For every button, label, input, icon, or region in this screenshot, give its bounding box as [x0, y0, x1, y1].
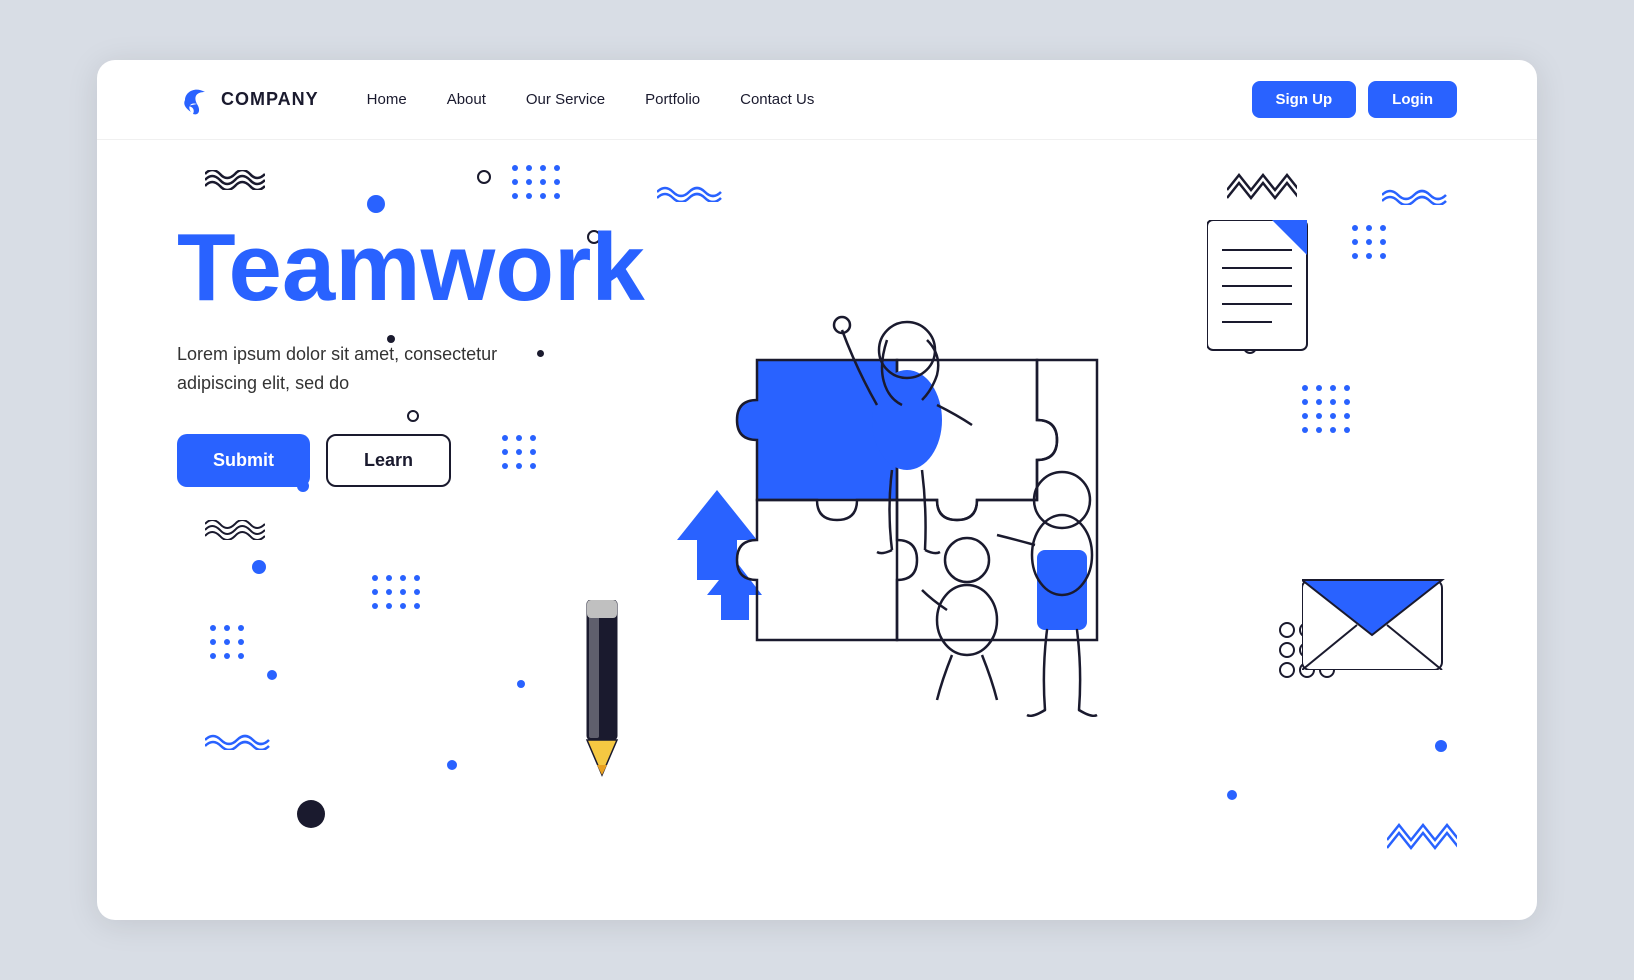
hero-description: Lorem ipsum dolor sit amet, consectetur … [177, 340, 607, 398]
deco-arrow-up-2 [707, 560, 762, 620]
hero-content: Teamwork Lorem ipsum dolor sit amet, con… [177, 220, 645, 487]
login-button[interactable]: Login [1368, 81, 1457, 118]
deco-dot-blue-right [1435, 740, 1447, 752]
deco-zigzag-2 [1387, 820, 1457, 850]
deco-wave-2 [657, 182, 727, 202]
deco-zigzag-1 [1227, 170, 1297, 200]
nav-links: Home About Our Service Portfolio Contact… [367, 91, 1252, 108]
deco-wave-right [1382, 185, 1447, 205]
nav-about[interactable]: About [447, 91, 486, 108]
logo-text: COMPANY [221, 89, 319, 110]
hero-buttons: Submit Learn [177, 434, 645, 487]
signup-button[interactable]: Sign Up [1252, 81, 1357, 118]
puzzle-illustration [677, 260, 1177, 820]
deco-circle-blue-1 [367, 195, 385, 213]
deco-circle-black-big [297, 800, 325, 828]
deco-dots-right-2 [1297, 380, 1357, 440]
nav-contact[interactable]: Contact Us [740, 91, 814, 108]
deco-circle-right-1 [1243, 340, 1257, 354]
nav-actions: Sign Up Login [1252, 81, 1458, 118]
deco-dot-blue-5 [447, 760, 457, 770]
deco-dots-3 [367, 570, 427, 630]
deco-dots-right-1 [1347, 220, 1397, 270]
deco-dot-blue-4 [267, 670, 277, 680]
deco-pencil [567, 600, 637, 780]
logo: COMPANY [177, 82, 319, 118]
hero-title: Teamwork [177, 220, 645, 316]
deco-wave-1 [205, 170, 265, 190]
deco-dots-1 [507, 160, 567, 210]
learn-button[interactable]: Learn [326, 434, 451, 487]
nav-home[interactable]: Home [367, 91, 407, 108]
deco-circle-outline-1 [477, 170, 491, 184]
page-card: COMPANY Home About Our Service Portfolio… [97, 60, 1537, 920]
deco-dot-blue-right-2 [1227, 790, 1237, 800]
deco-rings [1277, 620, 1347, 690]
deco-wave-3 [205, 730, 275, 750]
nav-portfolio[interactable]: Portfolio [645, 91, 700, 108]
deco-wave-4 [205, 520, 265, 540]
logo-icon [177, 82, 213, 118]
deco-arrow-up [677, 490, 757, 580]
deco-dots-4 [205, 620, 260, 675]
navbar: COMPANY Home About Our Service Portfolio… [97, 60, 1537, 140]
submit-button[interactable]: Submit [177, 434, 310, 487]
deco-circle-blue-3 [252, 560, 266, 574]
nav-service[interactable]: Our Service [526, 91, 605, 108]
hero-section: Teamwork Lorem ipsum dolor sit amet, con… [97, 140, 1537, 920]
deco-envelope [1302, 560, 1452, 670]
deco-dot-blue-6 [517, 680, 525, 688]
deco-document [1207, 220, 1317, 360]
